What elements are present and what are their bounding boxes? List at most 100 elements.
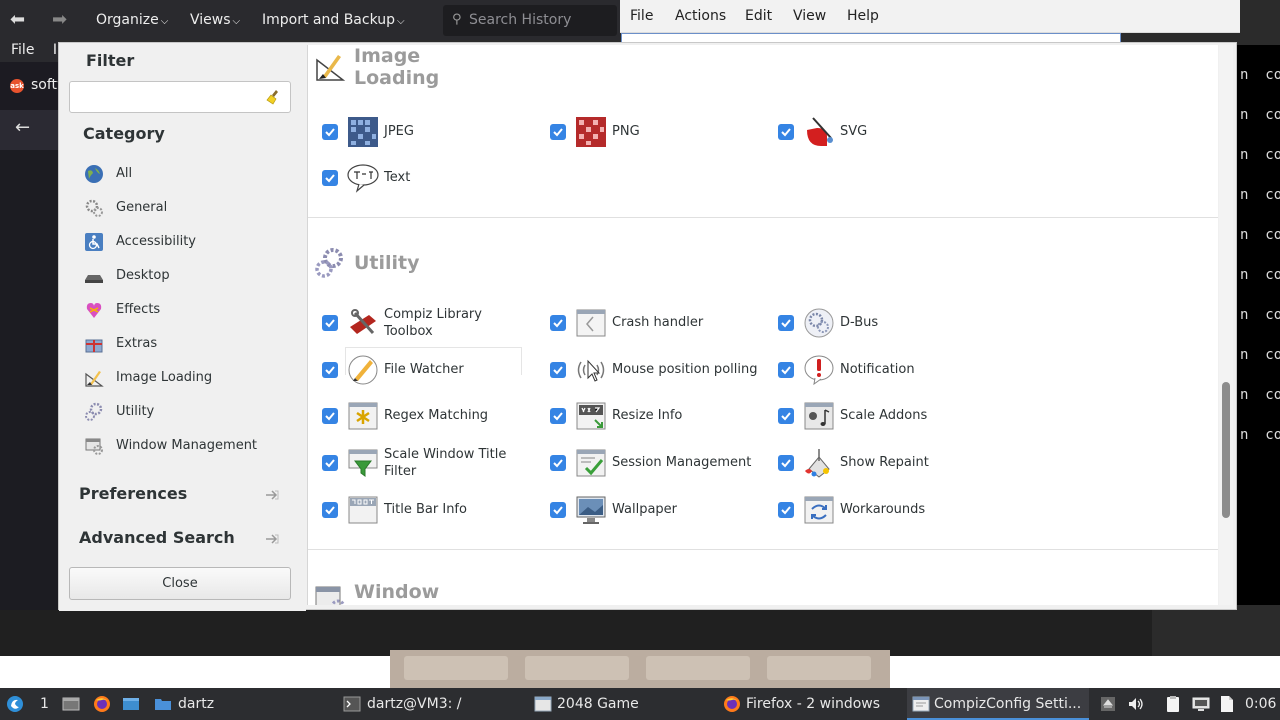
menu-import-backup[interactable]: Import and Backup ⌵ [262, 12, 405, 28]
category-accessibility[interactable]: Accessibility [84, 230, 294, 254]
plugin-checkbox[interactable] [778, 502, 794, 518]
clipboard-icon[interactable] [1164, 695, 1182, 713]
category-desktop[interactable]: Desktop [84, 264, 294, 288]
terminal-line: n com [1240, 227, 1280, 243]
plugin-label: SVG [840, 124, 868, 139]
plugin-wallpaper: Wallpaper [550, 492, 770, 528]
plugin-checkbox[interactable] [550, 315, 566, 331]
close-button[interactable]: Close [69, 567, 291, 600]
plugin-label: Workarounds [840, 502, 926, 517]
task-2048-game[interactable]: 2048 Game [530, 688, 710, 720]
firefox-back-icon[interactable]: ← [0, 110, 58, 150]
preferences-link[interactable]: Preferences [79, 483, 289, 507]
task-terminal[interactable]: dartz@VM3: / [338, 688, 528, 720]
section-title-utility: Utility [354, 252, 420, 274]
firefox-menu-file[interactable]: File [11, 42, 34, 58]
terminal-menu-help[interactable]: Help [847, 8, 879, 24]
category-window-management[interactable]: Window Management [84, 434, 294, 458]
start-menu-icon[interactable] [6, 695, 24, 713]
mouse-pointer-waves-icon [577, 359, 605, 382]
terminal-menu-file[interactable]: File [630, 8, 653, 24]
plugin-checkbox[interactable] [322, 124, 338, 140]
terminal-line: n com [1240, 347, 1280, 363]
plugin-checkbox[interactable] [550, 455, 566, 471]
plugin-checkbox[interactable] [322, 455, 338, 471]
category-label: All [116, 166, 133, 181]
plugin-list-scrollbar[interactable] [1219, 45, 1233, 605]
terminal-line: n com [1240, 67, 1280, 83]
plugin-checkbox[interactable] [778, 455, 794, 471]
plugin-checkbox[interactable] [322, 362, 338, 378]
task-dartz[interactable]: dartz [150, 688, 330, 720]
window-section-icon [315, 586, 346, 605]
plugin-text: Text [322, 160, 542, 196]
task-label: dartz [178, 696, 215, 712]
desktop-icon [85, 275, 103, 283]
plugin-workarounds: Workarounds [778, 492, 998, 528]
advanced-search-link[interactable]: Advanced Search [79, 527, 289, 551]
eject-icon[interactable] [1099, 695, 1117, 713]
scrollbar-thumb[interactable] [1222, 382, 1230, 518]
category-label: Accessibility [116, 234, 196, 249]
arrow-right-icon [266, 534, 279, 544]
plugin-checkbox[interactable] [550, 502, 566, 518]
plugin-scale-window-title-filter: Scale Window Title Filter [322, 445, 542, 481]
plugin-regex-matching: Regex Matching [322, 398, 542, 434]
clock[interactable]: 0:06 [1245, 688, 1279, 720]
plugin-label: Mouse position polling [612, 362, 758, 377]
firefox-tab[interactable]: ask softw [0, 62, 68, 110]
plugin-checkbox[interactable] [778, 362, 794, 378]
task-label: 2048 Game [557, 696, 639, 712]
plugin-label: Resize Info [612, 408, 683, 423]
plugin-checkbox[interactable] [778, 408, 794, 424]
firefox-icon [724, 696, 740, 712]
plugin-checkbox[interactable] [322, 408, 338, 424]
volume-icon[interactable] [1127, 695, 1145, 713]
terminal-menu-view[interactable]: View [793, 8, 826, 24]
plugin-checkbox[interactable] [778, 124, 794, 140]
show-desktop-icon[interactable] [62, 695, 80, 713]
task-label: dartz@VM3: / [367, 696, 462, 712]
sidebar: Filter Category All General Accessibilit… [59, 43, 306, 611]
category-utility[interactable]: Utility [84, 400, 294, 424]
document-icon[interactable] [1218, 695, 1236, 713]
task-compizconfig[interactable]: CompizConfig Setti... [907, 688, 1089, 720]
category-effects[interactable]: Effects [84, 298, 294, 322]
clear-broom-icon[interactable] [266, 89, 282, 105]
filter-input[interactable] [69, 81, 291, 113]
firefox-menu-partial[interactable]: I [53, 42, 57, 58]
title-bar-info-icon [348, 496, 378, 524]
terminal-menu-edit[interactable]: Edit [745, 8, 772, 24]
plugin-checkbox[interactable] [550, 124, 566, 140]
plugin-checkbox[interactable] [550, 362, 566, 378]
category-all[interactable]: All [84, 162, 294, 186]
terminal-menu-actions[interactable]: Actions [675, 8, 726, 24]
paint-bucket-icon [805, 449, 830, 478]
search-history-input[interactable]: ⚲ Search History [443, 5, 617, 36]
plugin-resize-info: Resize Info [550, 398, 770, 434]
plugin-checkbox[interactable] [322, 315, 338, 331]
resize-info-icon [576, 402, 606, 430]
back-arrow-icon[interactable]: ⬅ [10, 9, 25, 30]
category-extras[interactable]: Extras [84, 332, 294, 356]
workspace-indicator[interactable]: 1 [38, 688, 52, 720]
section-title-window: Window [354, 581, 440, 603]
plugin-checkbox[interactable] [322, 502, 338, 518]
firefox-launcher-icon[interactable] [93, 695, 111, 713]
files-launcher-icon[interactable] [122, 695, 140, 713]
category-image-loading[interactable]: Image Loading [84, 366, 294, 390]
menu-organize[interactable]: Organize ⌵ [96, 12, 168, 28]
plugin-png: PNG [550, 114, 770, 150]
task-firefox[interactable]: Firefox - 2 windows [718, 688, 900, 720]
category-general[interactable]: General [84, 196, 294, 220]
utility-section-icon [315, 248, 343, 278]
forward-arrow-icon[interactable]: ➡ [52, 9, 67, 30]
scale-addons-icon [804, 402, 834, 430]
menu-views[interactable]: Views ⌵ [190, 12, 240, 28]
image-loading-section-icon [316, 55, 346, 81]
crash-window-icon [576, 309, 606, 337]
plugin-checkbox[interactable] [322, 170, 338, 186]
plugin-checkbox[interactable] [550, 408, 566, 424]
plugin-checkbox[interactable] [778, 315, 794, 331]
network-icon[interactable] [1192, 695, 1210, 713]
